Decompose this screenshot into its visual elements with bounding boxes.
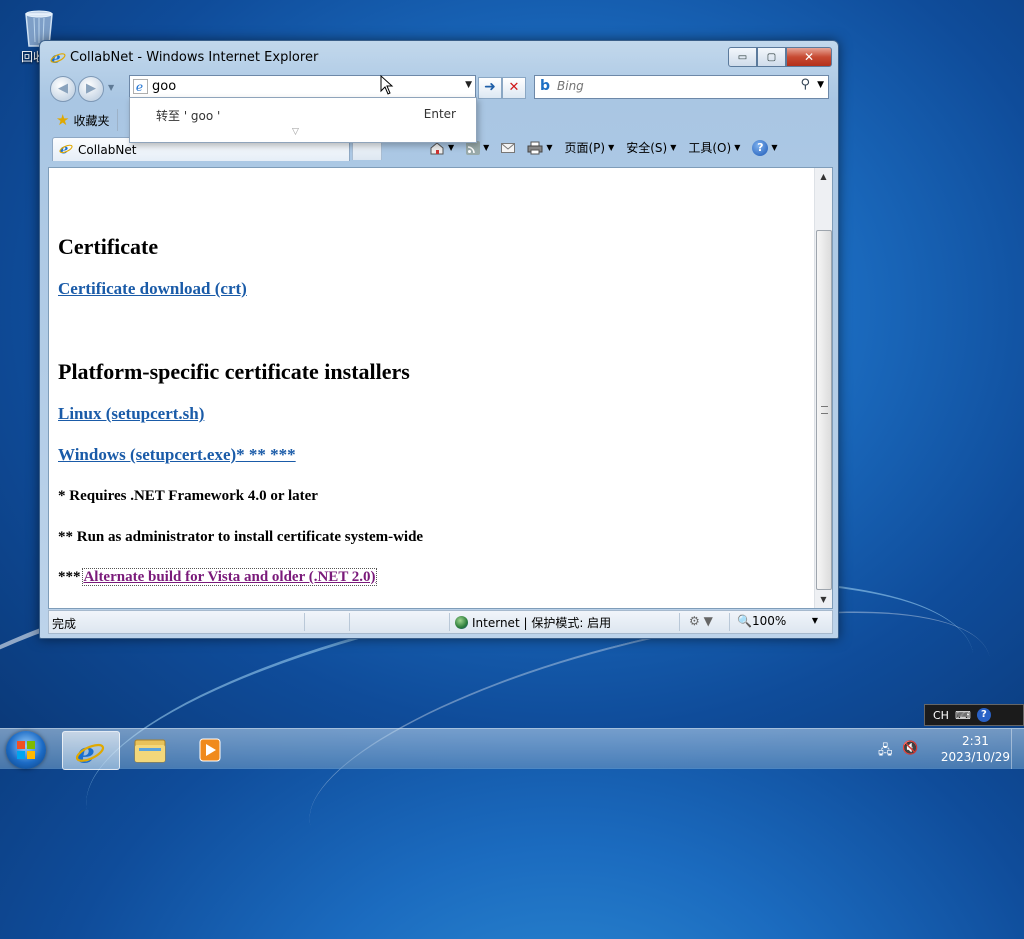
go-button[interactable]: ➜ (478, 77, 502, 99)
clock-time: 2:31 (961, 734, 989, 748)
note-alternate-prefix: *** (58, 569, 81, 585)
address-bar[interactable]: e ▼ (129, 75, 476, 99)
autocomplete-expand-icon[interactable]: ▽ (292, 127, 299, 137)
page-content: Certificate Certificate download (crt) P… (48, 167, 833, 609)
close-button[interactable]: ✕ (786, 47, 832, 67)
taskbar-media-player-button[interactable] (182, 731, 238, 768)
safety-menu[interactable]: 安全(S) ▼ (623, 137, 679, 158)
taskbar-ie-button[interactable]: e (62, 731, 120, 770)
favorites-button[interactable]: ★ 收藏夹 (52, 109, 119, 131)
maximize-button[interactable]: ▢ (757, 47, 786, 67)
safety-menu-label: 安全(S) (626, 141, 668, 155)
address-input[interactable] (152, 78, 452, 94)
link-certificate-download[interactable]: Certificate download (crt) (58, 279, 247, 299)
favorites-label: 收藏夹 (73, 113, 110, 128)
page-menu[interactable]: 页面(P) ▼ (561, 137, 617, 158)
print-button[interactable]: ▼ (524, 139, 555, 157)
search-icon[interactable]: ⚲ (800, 77, 810, 92)
autocomplete-goto[interactable]: 转至 ' goo ' (156, 107, 220, 124)
tab-ie-icon: e (59, 141, 73, 158)
stop-button[interactable]: ✕ (502, 77, 526, 99)
address-autocomplete: 转至 ' goo ' Enter ▽ (129, 97, 477, 143)
status-text: 完成 (52, 617, 77, 631)
title-bar[interactable]: e CollabNet - Windows Internet Explorer … (40, 41, 838, 73)
system-tray: 🖧 🔇 2:31 2023/10/29 (864, 729, 1024, 769)
mouse-cursor-icon (380, 74, 394, 98)
link-linux[interactable]: Linux (setupcert.sh) (58, 404, 204, 424)
scroll-up-arrow[interactable]: ▲ (815, 168, 832, 185)
security-zone[interactable]: Internet | 保护模式: 启用 (455, 614, 611, 631)
link-vista-build[interactable]: Alternate build for Vista and older (.NE… (82, 568, 377, 586)
status-bar: 完成 Internet | 保护模式: 启用 ⚙ ▼ 🔍100% ▼ (48, 610, 833, 634)
clock-date: 2023/10/29 (940, 750, 1010, 764)
tools-menu[interactable]: 工具(O) ▼ (685, 137, 743, 158)
volume-muted-icon[interactable]: 🔇 (902, 741, 918, 756)
clock[interactable]: 2:31 2023/10/29 (941, 733, 1010, 765)
show-desktop-button[interactable] (1011, 729, 1024, 769)
ie-icon: e (75, 736, 105, 766)
page-menu-label: 页面(P) (564, 141, 606, 155)
keyboard-icon[interactable]: ⌨ (955, 709, 971, 722)
back-button[interactable]: ◀ (50, 76, 76, 102)
note-alternate: *** Alternate build for Vista and older … (58, 568, 377, 586)
media-player-icon (199, 738, 221, 762)
zoom-label: 100% (751, 614, 787, 628)
zoom-dropdown-icon[interactable]: ▼ (812, 616, 818, 625)
print-icon (527, 141, 543, 154)
vertical-scrollbar[interactable]: ▲ ▼ (814, 168, 832, 608)
help-menu[interactable]: ? ▼ (749, 138, 780, 158)
taskbar-explorer-button[interactable] (122, 731, 178, 768)
language-indicator[interactable]: CH (933, 709, 949, 722)
bing-icon: b (540, 78, 551, 94)
svg-text:e: e (136, 80, 143, 94)
language-bar[interactable]: CH ⌨ ? (924, 704, 1024, 726)
scroll-thumb[interactable] (816, 230, 832, 590)
windows-flag-icon (17, 741, 35, 759)
start-button[interactable] (6, 731, 46, 769)
address-dropdown-icon[interactable]: ▼ (465, 80, 472, 90)
folder-icon (134, 739, 166, 763)
tools-menu-label: 工具(O) (688, 141, 732, 155)
window-controls: ▭ ▢ ✕ (728, 47, 832, 67)
search-box[interactable]: b ⚲ ▼ (534, 75, 829, 99)
help-icon: ? (752, 139, 769, 156)
recent-pages-dropdown[interactable]: ▼ (108, 83, 114, 92)
command-bar: ▼ ▼ ▼ 页面(P) ▼ 安全(S) ▼ 工具(O) ▼ ? ▼ (426, 137, 781, 158)
search-dropdown-icon[interactable]: ▼ (817, 80, 824, 90)
forward-button[interactable]: ▶ (78, 76, 104, 102)
link-windows[interactable]: Windows (setupcert.exe)* ** *** (58, 445, 296, 465)
help-icon[interactable]: ? (976, 708, 991, 722)
scroll-down-arrow[interactable]: ▼ (815, 591, 832, 608)
note-admin: ** Run as administrator to install certi… (58, 529, 424, 545)
heading-installers: Platform-specific certificate installers (58, 359, 410, 384)
minimize-button[interactable]: ▭ (728, 47, 757, 67)
popup-blocker-icon[interactable]: ⚙ ▼ (689, 614, 713, 628)
page-ie-icon: e (133, 79, 148, 97)
mail-icon (501, 142, 516, 153)
note-requirement: * Requires .NET Framework 4.0 or later (58, 488, 318, 504)
mail-button[interactable] (498, 140, 518, 156)
star-icon: ★ (56, 111, 70, 129)
heading-certificate: Certificate (58, 234, 159, 259)
autocomplete-enter-hint: Enter (423, 107, 456, 121)
forward-arrow-icon: ▶ (86, 81, 96, 96)
network-icon[interactable]: 🖧 (878, 741, 893, 763)
zoom-control[interactable]: 🔍100% (737, 614, 786, 628)
security-zone-label: Internet | 保护模式: 启用 (472, 616, 612, 630)
globe-icon (455, 616, 468, 629)
window-title: CollabNet - Windows Internet Explorer (70, 50, 319, 65)
taskbar: e 🖧 🔇 2:31 2023/10/29 (0, 728, 1024, 770)
ie-icon: e (50, 49, 66, 68)
tab-title: CollabNet (78, 142, 137, 157)
back-arrow-icon: ◀ (58, 81, 68, 96)
search-input[interactable] (557, 78, 787, 94)
